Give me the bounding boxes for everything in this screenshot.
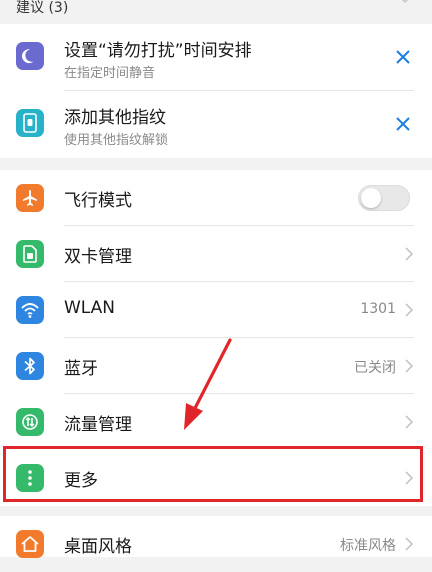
bluetooth-icon bbox=[16, 352, 44, 380]
settings-item-label: 桌面风格 bbox=[64, 537, 132, 557]
airplane-mode-toggle[interactable] bbox=[358, 185, 410, 211]
settings-item-label: 流量管理 bbox=[64, 415, 132, 435]
wlan-network-value: 1301 bbox=[360, 301, 396, 317]
suggestions-card: 设置“请勿打扰”时间安排 在指定时间静音 添加其他指纹 使用其他指纹解锁 bbox=[0, 24, 432, 158]
settings-item-label: 飞行模式 bbox=[64, 191, 132, 211]
suggestion-subtitle: 在指定时间静音 bbox=[64, 66, 156, 81]
settings-item-wlan[interactable]: WLAN 1301 bbox=[0, 282, 432, 338]
fingerprint-phone-icon bbox=[16, 109, 44, 137]
settings-item-dual-sim[interactable]: 双卡管理 bbox=[0, 226, 432, 282]
settings-card-display: 桌面风格 标准风格 bbox=[0, 516, 432, 558]
toggle-knob bbox=[361, 188, 381, 208]
settings-item-label: 蓝牙 bbox=[64, 359, 98, 379]
close-icon[interactable] bbox=[394, 115, 412, 133]
suggestion-subtitle: 使用其他指纹解锁 bbox=[64, 133, 169, 148]
settings-item-label: WLAN bbox=[64, 298, 116, 318]
bluetooth-status-value: 已关闭 bbox=[354, 360, 396, 376]
chevron-right-icon bbox=[405, 359, 414, 373]
home-style-value: 标准风格 bbox=[340, 538, 396, 554]
moon-icon bbox=[16, 42, 44, 70]
suggestion-title: 设置“请勿打扰”时间安排 bbox=[64, 41, 252, 61]
suggestions-header[interactable]: 建议 (3) bbox=[0, 0, 432, 18]
highlight-box bbox=[3, 446, 423, 502]
settings-item-bluetooth[interactable]: 蓝牙 已关闭 bbox=[0, 338, 432, 394]
settings-item-home-style[interactable]: 桌面风格 标准风格 bbox=[0, 516, 432, 572]
close-icon[interactable] bbox=[394, 48, 412, 66]
settings-item-data-usage[interactable]: 流量管理 bbox=[0, 394, 432, 450]
suggestion-do-not-disturb[interactable]: 设置“请勿打扰”时间安排 在指定时间静音 bbox=[0, 24, 432, 91]
settings-item-label: 双卡管理 bbox=[64, 247, 132, 267]
suggestions-header-label: 建议 (3) bbox=[16, 0, 69, 16]
settings-item-airplane-mode[interactable]: 飞行模式 bbox=[0, 170, 432, 226]
chevron-right-icon bbox=[405, 247, 414, 261]
wifi-icon bbox=[16, 296, 44, 324]
chevron-down-icon[interactable] bbox=[396, 0, 414, 6]
chevron-right-icon bbox=[405, 303, 414, 317]
airplane-icon bbox=[16, 184, 44, 212]
home-icon bbox=[16, 530, 44, 558]
chevron-right-icon bbox=[405, 537, 414, 551]
suggestion-add-fingerprint[interactable]: 添加其他指纹 使用其他指纹解锁 bbox=[0, 91, 432, 158]
suggestion-title: 添加其他指纹 bbox=[64, 108, 166, 128]
sim-card-icon bbox=[16, 240, 44, 268]
chevron-right-icon bbox=[405, 415, 414, 429]
data-usage-icon bbox=[16, 408, 44, 436]
